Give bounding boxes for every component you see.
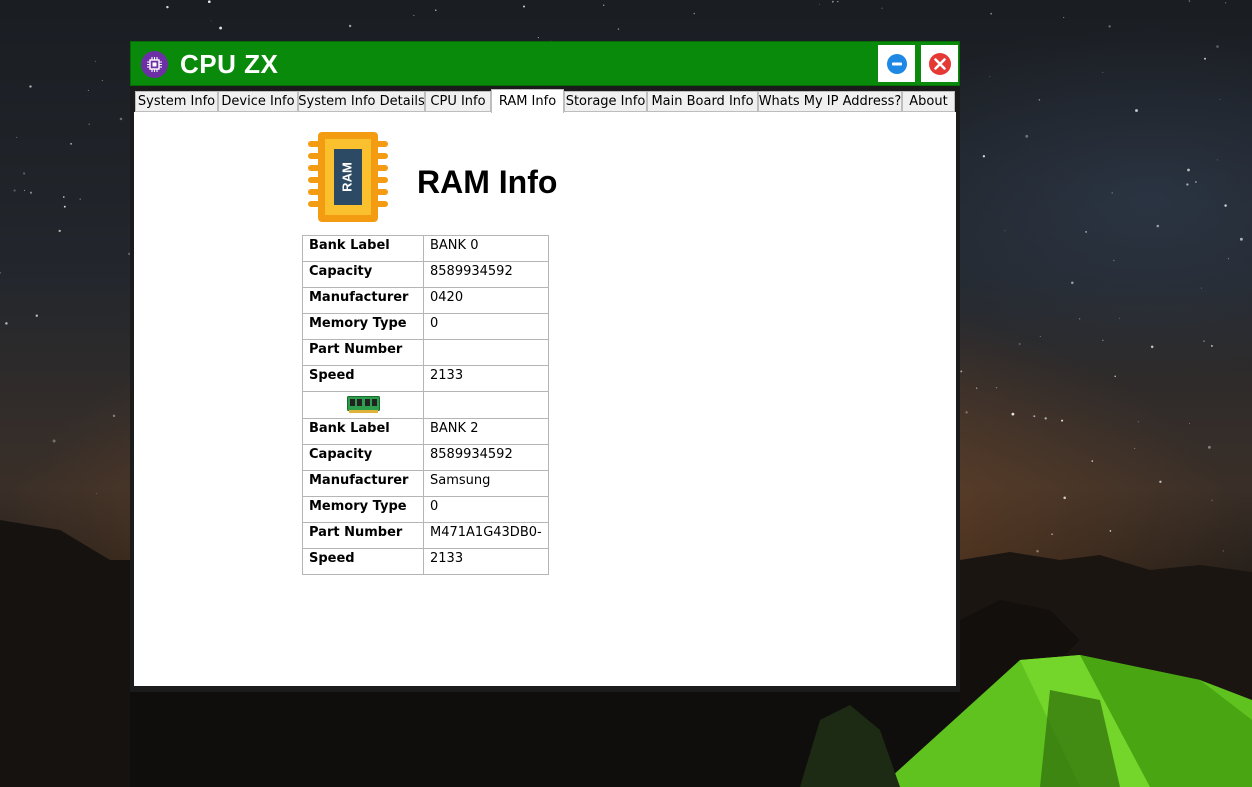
table-row: Capacity 8589934592 — [302, 444, 549, 471]
close-icon — [928, 52, 951, 75]
app-title: CPU ZX — [180, 49, 279, 79]
tab-system-info-details[interactable]: System Info Details — [298, 91, 425, 112]
table-row: Manufacturer 0420 — [302, 287, 549, 314]
minimize-button[interactable] — [878, 45, 915, 82]
row-value: 8589934592 — [423, 261, 549, 288]
row-label: Manufacturer — [302, 287, 424, 314]
ram-info-panel: RAM RAM Info Bank Label BANK 0 Capacity 85… — [134, 112, 956, 686]
close-button[interactable] — [921, 45, 958, 82]
app-logo-icon — [141, 51, 168, 78]
table-row: Part Number — [302, 339, 549, 366]
row-value — [423, 339, 549, 366]
tab-bar: System Info Device Info System Info Deta… — [135, 89, 955, 113]
row-label: Memory Type — [302, 313, 424, 340]
table-row: Speed 2133 — [302, 365, 549, 392]
tab-storage-info[interactable]: Storage Info — [564, 91, 647, 112]
row-value: 2133 — [423, 548, 549, 575]
tab-main-board-info[interactable]: Main Board Info — [647, 91, 758, 112]
row-label: Manufacturer — [302, 470, 424, 497]
ram-chip-label: RAM — [339, 162, 354, 192]
tab-whats-my-ip[interactable]: Whats My IP Address? — [758, 91, 902, 112]
minimize-icon — [886, 53, 907, 74]
table-row: Manufacturer Samsung — [302, 470, 549, 497]
table-row: Bank Label BANK 0 — [302, 235, 549, 262]
ram-info-table: Bank Label BANK 0 Capacity 8589934592 Manu… — [302, 235, 549, 575]
row-label: Bank Label — [302, 418, 424, 445]
table-row: Bank Label BANK 2 — [302, 418, 549, 445]
tab-ram-info[interactable]: RAM Info — [491, 89, 564, 113]
table-row: Speed 2133 — [302, 548, 549, 575]
ram-chip-icon: RAM — [308, 132, 388, 222]
row-label: Bank Label — [302, 235, 424, 262]
row-label: Part Number — [302, 339, 424, 366]
row-value: M471A1G43DB0- — [423, 522, 549, 549]
table-row: Capacity 8589934592 — [302, 261, 549, 288]
row-value: 0 — [423, 313, 549, 340]
memory-module-icon — [346, 396, 380, 413]
row-value: BANK 0 — [423, 235, 549, 262]
row-label: Speed — [302, 365, 424, 392]
row-label: Speed — [302, 548, 424, 575]
row-label: Memory Type — [302, 496, 424, 523]
table-separator-row — [302, 391, 549, 419]
tab-about[interactable]: About — [902, 91, 955, 112]
tab-system-info[interactable]: System Info — [135, 91, 218, 112]
table-row: Memory Type 0 — [302, 496, 549, 523]
page-title: RAM Info — [417, 164, 558, 200]
app-window: CPU ZX System Info Device Info System In… — [130, 41, 960, 692]
row-label: Part Number — [302, 522, 424, 549]
tab-cpu-info[interactable]: CPU Info — [425, 91, 491, 112]
row-value: BANK 2 — [423, 418, 549, 445]
table-row: Part Number M471A1G43DB0- — [302, 522, 549, 549]
row-value: 0 — [423, 496, 549, 523]
table-row: Memory Type 0 — [302, 313, 549, 340]
row-value: Samsung — [423, 470, 549, 497]
row-value: 0420 — [423, 287, 549, 314]
title-bar[interactable]: CPU ZX — [130, 41, 960, 86]
row-value: 8589934592 — [423, 444, 549, 471]
row-value: 2133 — [423, 365, 549, 392]
tab-device-info[interactable]: Device Info — [218, 91, 298, 112]
row-label: Capacity — [302, 261, 424, 288]
row-label: Capacity — [302, 444, 424, 471]
